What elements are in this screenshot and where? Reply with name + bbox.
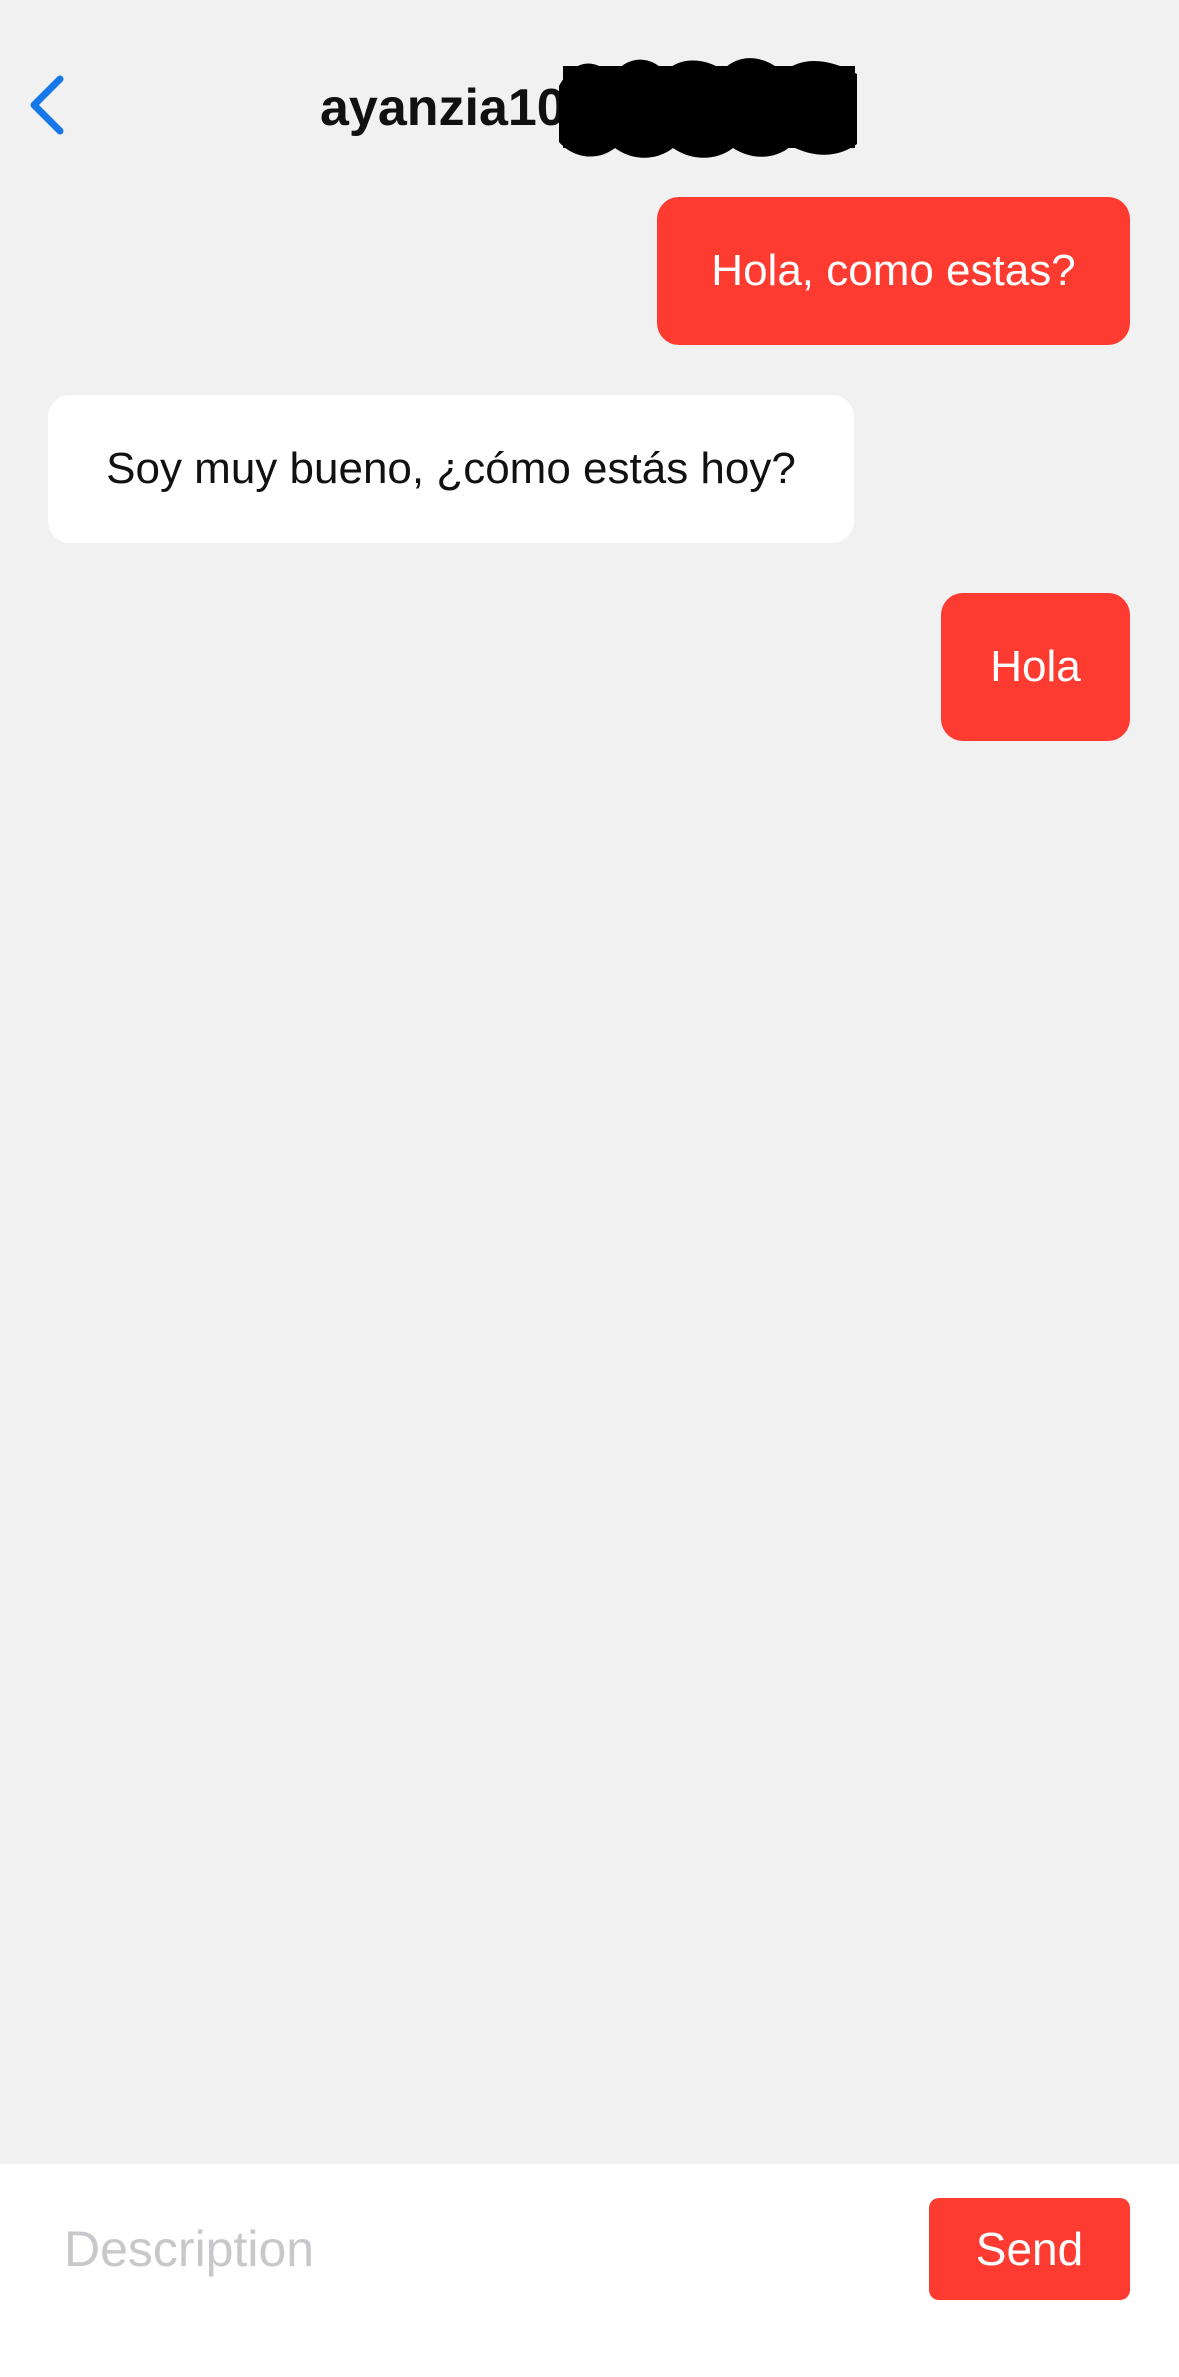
message-bubble-received: Soy muy bueno, ¿cómo estás hoy? [48,395,854,543]
chevron-left-icon [30,75,64,135]
message-text: Hola, como estas? [711,246,1076,295]
chat-title: ayanzia10 [320,79,566,137]
message-bubble-sent: Hola [941,593,1130,741]
message-bubble-sent: Hola, como estas? [657,197,1130,345]
redaction-scribble [559,58,857,158]
chat-title-wrap: ayanzia10 [320,58,566,158]
description-input[interactable] [60,2204,888,2294]
message-text: Soy muy bueno, ¿cómo estás hoy? [106,444,796,493]
back-button[interactable] [18,70,78,140]
message-text: Hola [990,642,1081,691]
chat-header: ayanzia10 [0,0,1179,190]
message-composer: Send [0,2164,1179,2377]
send-button[interactable]: Send [929,2198,1130,2300]
